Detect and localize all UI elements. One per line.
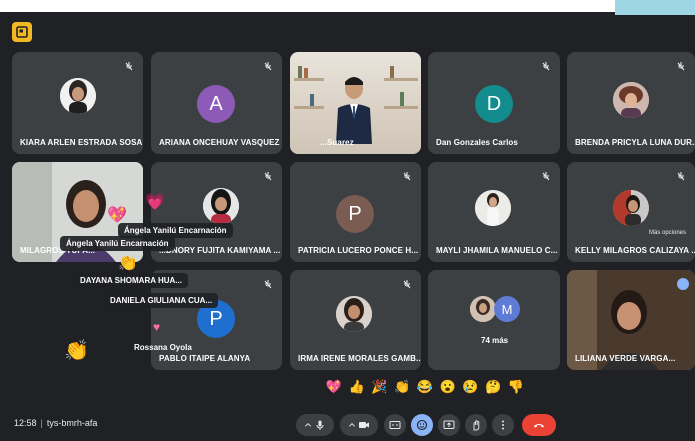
reactions-bar: 💖 👍 🎉 👏 😂 😮 😢 🤔 👎	[325, 376, 525, 398]
captions-icon	[389, 421, 401, 429]
mic-off-icon	[677, 172, 685, 181]
video-feed	[290, 52, 421, 154]
raise-hand-button[interactable]	[465, 414, 487, 436]
participant-tile[interactable]: D Dan Gonzales Carlos	[428, 52, 560, 154]
reaction-thumbs-down-icon[interactable]: 👎	[507, 378, 525, 396]
reaction-heart-icon[interactable]: 💖	[325, 378, 343, 396]
meeting-code: tys-bmrh-afa	[46, 418, 98, 428]
participant-photo	[475, 190, 511, 226]
reaction-sender-label: Rossana Oyola	[134, 343, 192, 352]
participant-name: Dan Gonzales Carlos	[436, 138, 518, 147]
participant-tile[interactable]: KIARA ARLEN ESTRADA SOSA	[12, 52, 143, 154]
meeting-info: 12:58 | tys-bmrh-afa	[14, 418, 98, 428]
reaction-thinking-icon[interactable]: 🤔	[484, 378, 502, 396]
participant-tile[interactable]: A ARIANA ONCEHUAY VASQUEZ	[151, 52, 282, 154]
participant-name: ...Suarez	[320, 138, 354, 147]
reaction-sender-label: DAYANA SHOMARA HUA...	[74, 273, 188, 288]
reaction-surprised-icon[interactable]: 😮	[439, 378, 457, 396]
mic-off-icon	[677, 62, 685, 71]
participant-name: KIARA ARLEN ESTRADA SOSA	[20, 138, 143, 147]
participant-name: ARIANA ONCEHUAY VASQUEZ	[159, 138, 280, 147]
mic-off-icon	[264, 280, 272, 289]
hand-icon	[473, 420, 480, 431]
participant-tile[interactable]: P PATRICIA LUCERO PONCE H...	[290, 162, 421, 262]
camera-button[interactable]	[340, 414, 378, 436]
participant-name: PABLO ITAIPE ALANYA	[159, 354, 251, 363]
participant-name: MAYLI JHAMILA MANUELO C...	[436, 246, 558, 255]
speaker-figure	[336, 77, 372, 144]
reaction-sad-icon[interactable]: 😢	[462, 378, 480, 396]
mic-off-icon	[542, 172, 550, 181]
clap-reaction-icon: 👏	[118, 255, 138, 272]
camera-icon	[359, 422, 369, 428]
participant-photo	[60, 78, 96, 114]
present-screen-button[interactable]	[438, 414, 460, 436]
reaction-thumbs-up-icon[interactable]: 👍	[348, 378, 366, 396]
meeting-time: 12:58	[14, 418, 37, 428]
mic-off-icon	[403, 172, 411, 181]
end-call-button[interactable]	[522, 414, 556, 436]
tile-layout-icon	[16, 26, 28, 38]
participant-name: LILIANA VERDE VARGA...	[575, 354, 676, 363]
mic-off-icon	[264, 62, 272, 71]
participant-tile[interactable]: MAYLI JHAMILA MANUELO C...	[428, 162, 560, 262]
microphone-button[interactable]	[296, 414, 334, 436]
mic-off-icon	[125, 62, 133, 71]
reactions-button[interactable]	[411, 414, 433, 436]
participant-avatar: P	[336, 195, 374, 233]
participant-video-tile[interactable]: ...Suarez	[290, 52, 421, 154]
phone-hangup-icon	[534, 424, 544, 428]
meeting-control-bar: 12:58 | tys-bmrh-afa	[0, 410, 695, 441]
participant-name: KELLY MILAGROS CALIZAYA ...	[575, 246, 695, 255]
participant-tile[interactable]: IRMA IRENE MORALES GAMB...	[290, 270, 421, 370]
mic-off-icon	[264, 172, 272, 181]
emoji-icon	[416, 419, 428, 431]
mic-off-icon	[403, 280, 411, 289]
more-options-hint: Más opciones	[649, 230, 687, 236]
speaking-indicator-icon	[677, 278, 689, 290]
reaction-laugh-icon[interactable]: 😂	[416, 378, 434, 396]
participant-avatar: D	[475, 85, 513, 123]
microphone-icon	[316, 420, 324, 430]
participant-avatar: M	[494, 296, 520, 322]
more-participants-count: 74 más	[481, 336, 509, 345]
heart-reaction-icon: 💗	[145, 194, 165, 211]
meet-app-badge[interactable]	[12, 22, 32, 42]
mic-off-icon	[542, 62, 550, 71]
others-tile[interactable]: M 74 más	[428, 270, 560, 370]
participant-photo	[470, 296, 496, 322]
corner-accent	[615, 0, 695, 15]
reaction-sender-label: Ángela Yanilú Encarnación	[60, 236, 175, 251]
chevron-up-icon	[349, 423, 355, 427]
participant-name: IRMA IRENE MORALES GAMB...	[298, 354, 421, 363]
participant-photo	[203, 188, 239, 224]
more-vertical-icon	[502, 420, 504, 430]
reaction-sender-label: DANIELA GIULIANA CUA...	[104, 293, 219, 308]
participant-tile[interactable]: Más opciones KELLY MILAGROS CALIZAYA ...	[567, 162, 695, 262]
participant-avatar: A	[197, 85, 235, 123]
participant-photo	[613, 190, 649, 226]
participant-name: PATRICIA LUCERO PONCE H...	[298, 246, 419, 255]
clap-reaction-icon: 👏	[64, 340, 89, 362]
captions-button[interactable]	[384, 414, 406, 436]
participant-name: BRENDA PRICYLA LUNA DUR...	[575, 138, 695, 147]
top-strip	[0, 0, 695, 12]
participant-name: ...DNORY FUJITA KAMIYAMA ...	[159, 246, 281, 255]
more-options-button[interactable]	[492, 414, 514, 436]
present-icon	[443, 420, 455, 429]
self-video-tile[interactable]: LILIANA VERDE VARGA...	[567, 270, 695, 370]
participant-photo	[336, 296, 372, 332]
participant-photo	[613, 82, 649, 118]
reaction-party-icon[interactable]: 🎉	[371, 378, 389, 396]
chevron-up-icon	[305, 423, 311, 427]
participant-tile[interactable]: BRENDA PRICYLA LUNA DUR...	[567, 52, 695, 154]
heart-reaction-icon: ♥	[153, 320, 161, 334]
reaction-clap-icon[interactable]: 👏	[393, 378, 411, 396]
heart-reaction-icon: 💖	[107, 207, 127, 224]
